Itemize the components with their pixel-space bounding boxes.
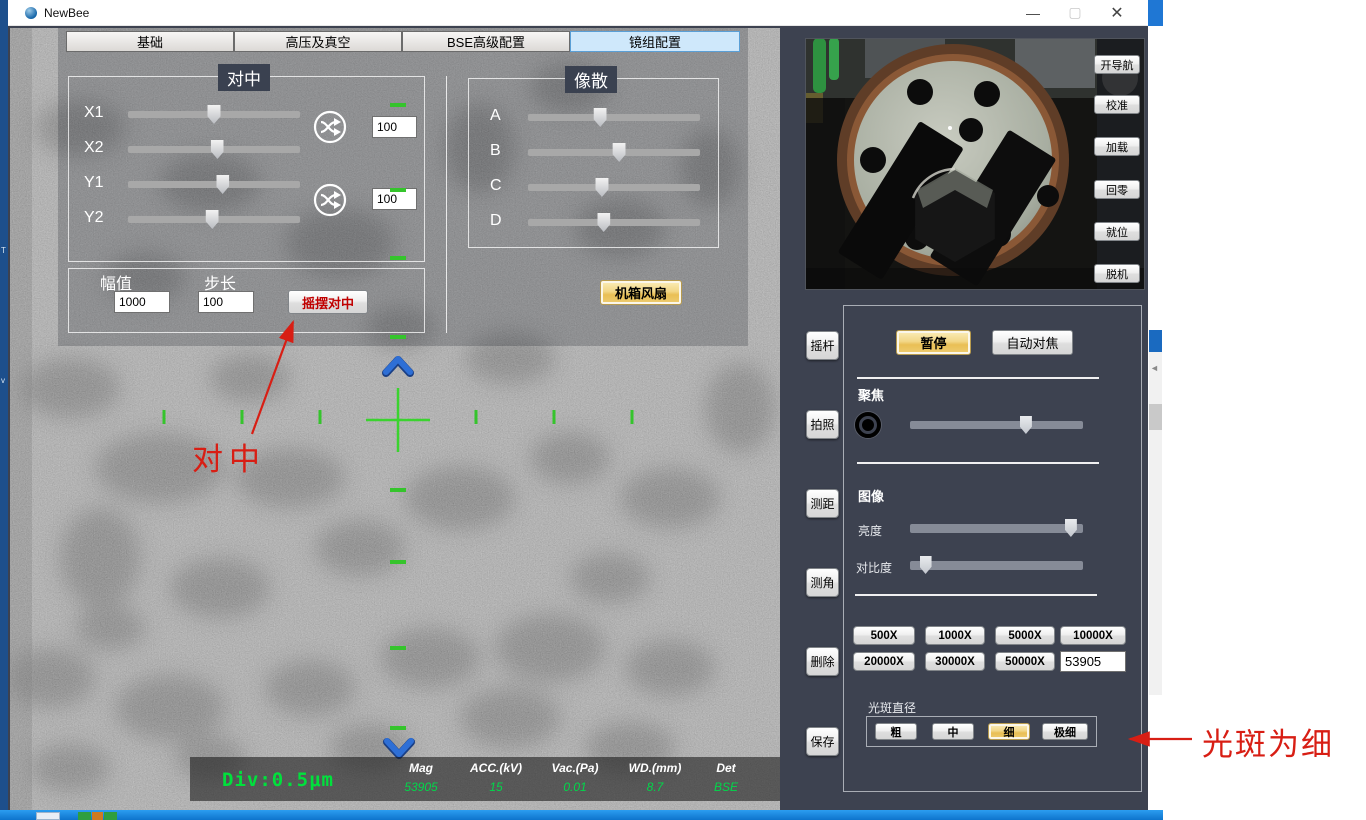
brightness-slider[interactable] — [910, 524, 1083, 533]
shuffle-y-icon[interactable] — [313, 183, 347, 217]
app-icon — [25, 7, 37, 19]
title-bar: NewBee — ▢ ✕ — [8, 0, 1148, 26]
slider-label-y1: Y1 — [84, 174, 104, 192]
taskbar-strip — [0, 810, 1163, 820]
slider-x1[interactable] — [128, 111, 300, 118]
tab-lens-config[interactable]: 镜组配置 — [570, 31, 740, 52]
centering-x-value-field[interactable]: 100 — [372, 116, 417, 138]
minimize-button[interactable]: — — [1018, 0, 1048, 25]
mag-30000x-button[interactable]: 30000X — [925, 652, 985, 671]
nav-load-button[interactable]: 加载 — [1094, 137, 1140, 156]
tool-measure-distance-button[interactable]: 测距 — [806, 489, 839, 518]
separator — [857, 462, 1099, 464]
desktop-left-strip: T v — [0, 0, 8, 812]
slider-b[interactable] — [528, 149, 700, 156]
tab-bse-advanced[interactable]: BSE高级配置 — [402, 31, 570, 52]
record-icon[interactable] — [855, 412, 881, 438]
centering-annotation-text: 对中 — [192, 434, 266, 479]
mag-1000x-button[interactable]: 1000X — [925, 626, 985, 645]
separator — [855, 594, 1097, 596]
nav-offline-button[interactable]: 脱机 — [1094, 264, 1140, 283]
slider-label-x1: X1 — [84, 104, 104, 122]
scale-div-text: Div:0.5μm — [222, 769, 334, 791]
slider-y1[interactable] — [128, 181, 300, 188]
nav-open-navigation-button[interactable]: 开导航 — [1094, 55, 1140, 74]
slider-label-d: D — [490, 212, 502, 230]
brightness-label: 亮度 — [858, 522, 882, 539]
status-bar: Div:0.5μm Mag 53905 ACC.(kV) 15 Vac.(Pa)… — [190, 757, 780, 801]
spot-annotation-text: 光斑为细 — [1202, 719, 1334, 764]
panel-divider — [446, 76, 447, 333]
mag-20000x-button[interactable]: 20000X — [853, 652, 915, 671]
slider-a[interactable] — [528, 114, 700, 121]
taskbar-icon[interactable] — [78, 812, 91, 820]
centering-groupbox — [68, 76, 425, 262]
spot-ultrafine-button[interactable]: 极细 — [1042, 723, 1088, 740]
wobble-centering-button[interactable]: 摇摆对中 — [288, 290, 368, 314]
centering-title: 对中 — [218, 64, 270, 91]
pause-button[interactable]: 暂停 — [896, 330, 971, 355]
slider-label-c: C — [490, 177, 502, 195]
shuffle-x-icon[interactable] — [313, 110, 347, 144]
spot-fine-button[interactable]: 细 — [988, 723, 1030, 740]
nav-calibrate-button[interactable]: 校准 — [1094, 95, 1140, 114]
centering-y-value-field[interactable]: 100 — [372, 188, 417, 210]
spot-medium-button[interactable]: 中 — [932, 723, 974, 740]
status-col-vac: Vac.(Pa) 0.01 — [542, 761, 608, 794]
focus-slider[interactable] — [910, 421, 1083, 429]
spot-diameter-label: 光斑直径 — [868, 699, 916, 716]
slider-x2[interactable] — [128, 146, 300, 153]
separator — [857, 377, 1099, 379]
desktop-icon-label: v — [1, 376, 5, 385]
desktop: T v ◄ NewBee — ▢ ✕ — [0, 0, 1366, 820]
close-button[interactable]: ✕ — [1102, 0, 1132, 25]
background-window-fragment — [1148, 0, 1163, 26]
astigmatism-title: 像散 — [565, 66, 617, 93]
mag-5000x-button[interactable]: 5000X — [995, 626, 1055, 645]
status-col-mag: Mag 53905 — [398, 761, 444, 794]
maximize-button[interactable]: ▢ — [1060, 0, 1090, 25]
tool-measure-angle-button[interactable]: 测角 — [806, 568, 839, 597]
desktop-icon-label: T — [1, 246, 6, 255]
taskbar-icon[interactable] — [92, 812, 103, 820]
step-field[interactable]: 100 — [198, 291, 254, 313]
nav-home-button[interactable]: 回零 — [1094, 180, 1140, 199]
window-title: NewBee — [44, 6, 89, 20]
slider-d[interactable] — [528, 219, 700, 226]
mag-500x-button[interactable]: 500X — [853, 626, 915, 645]
status-col-det: Det BSE — [706, 761, 746, 794]
tool-joystick-button[interactable]: 摇杆 — [806, 331, 839, 360]
taskbar-icon[interactable] — [36, 812, 60, 820]
spot-coarse-button[interactable]: 粗 — [875, 723, 917, 740]
tab-basic[interactable]: 基础 — [66, 31, 234, 52]
slider-y2[interactable] — [128, 216, 300, 223]
tool-snapshot-button[interactable]: 拍照 — [806, 410, 839, 439]
slider-label-y2: Y2 — [84, 209, 104, 227]
mag-50000x-button[interactable]: 50000X — [995, 652, 1055, 671]
background-window-fragment — [1149, 330, 1162, 352]
tab-hv-vacuum[interactable]: 高压及真空 — [234, 31, 402, 52]
slider-c[interactable] — [528, 184, 700, 191]
taskbar-icon[interactable] — [104, 812, 117, 820]
camera-preview — [805, 38, 1145, 290]
status-col-wd: WD.(mm) 8.7 — [620, 761, 690, 794]
contrast-slider[interactable] — [910, 561, 1083, 570]
focus-label: 聚焦 — [858, 385, 884, 404]
chassis-fan-button[interactable]: 机箱风扇 — [600, 280, 682, 305]
scrollbar-arrow-icon[interactable]: ◄ — [1150, 363, 1159, 373]
autofocus-button[interactable]: 自动对焦 — [992, 330, 1073, 355]
image-section-label: 图像 — [858, 486, 884, 505]
nav-in-position-button[interactable]: 就位 — [1094, 222, 1140, 241]
slider-label-b: B — [490, 142, 501, 160]
mag-10000x-button[interactable]: 10000X — [1060, 626, 1126, 645]
slider-label-x2: X2 — [84, 139, 104, 157]
contrast-label: 对比度 — [856, 559, 892, 576]
amplitude-field[interactable]: 1000 — [114, 291, 170, 313]
background-scrollbar-thumb[interactable] — [1149, 404, 1162, 430]
tool-delete-button[interactable]: 删除 — [806, 647, 839, 676]
slider-label-a: A — [490, 107, 501, 125]
tool-save-button[interactable]: 保存 — [806, 727, 839, 756]
mag-value-field[interactable]: 53905 — [1060, 651, 1126, 672]
status-col-acc: ACC.(kV) 15 — [462, 761, 530, 794]
